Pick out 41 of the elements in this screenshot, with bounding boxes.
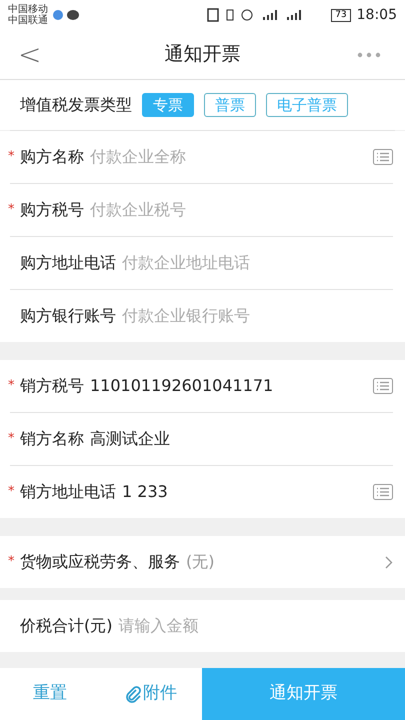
text-field[interactable]: 付款企业银行账号	[122, 304, 393, 328]
field-label: 购方名称	[20, 146, 84, 168]
text-field[interactable]: 付款企业全称	[90, 145, 373, 169]
form-row[interactable]: 价税合计(元) 请输入金额	[0, 600, 405, 652]
field-label: 销方税号	[20, 375, 84, 397]
list-icon[interactable]	[373, 484, 393, 500]
paperclip-icon	[125, 685, 141, 703]
field-label: 购方地址电话	[20, 252, 116, 274]
carrier-name: 中国联通	[8, 15, 48, 26]
reset-button[interactable]: 重置	[0, 668, 100, 720]
list-icon[interactable]	[373, 378, 393, 394]
field-label: 货物或应税劳务、服务	[20, 551, 180, 573]
text-field[interactable]: 1 233	[122, 480, 373, 504]
attach-button[interactable]: 附件	[100, 668, 202, 720]
form-row[interactable]: * 货物或应税劳务、服务 (无)	[0, 536, 405, 588]
text-field[interactable]: 110101192601041171	[90, 374, 373, 398]
field-label: 价税合计(元)	[20, 615, 112, 637]
field-label: 购方税号	[20, 199, 84, 221]
page-title: 通知开票	[164, 42, 242, 68]
field-label: 增值税发票类型	[20, 94, 132, 116]
required-mark: *	[8, 377, 16, 396]
battery-level: 73	[331, 8, 351, 22]
text-field[interactable]: 请输入金额	[118, 614, 393, 638]
required-mark: *	[8, 201, 16, 220]
text-field[interactable]: 付款企业地址电话	[122, 251, 393, 275]
app-icons	[52, 9, 82, 21]
required-mark: *	[8, 430, 16, 448]
required-mark: *	[8, 148, 16, 166]
text-field[interactable]: 付款企业税号	[90, 198, 393, 222]
carrier-name: 中国移动	[8, 4, 48, 15]
list-icon[interactable]	[373, 149, 393, 165]
chevron-right-icon[interactable]	[385, 556, 393, 568]
clock-time: 18:05	[356, 6, 397, 24]
required-mark: *	[8, 483, 16, 502]
field-label: 购方银行账号	[20, 305, 116, 327]
selection-value: (无)	[186, 551, 216, 573]
field-label: 销方地址电话	[20, 481, 116, 503]
required-mark: *	[8, 553, 16, 572]
field-label: 销方名称	[20, 428, 84, 450]
back-button[interactable]: <	[18, 34, 58, 76]
text-field[interactable]: 高测试企业	[90, 427, 393, 451]
